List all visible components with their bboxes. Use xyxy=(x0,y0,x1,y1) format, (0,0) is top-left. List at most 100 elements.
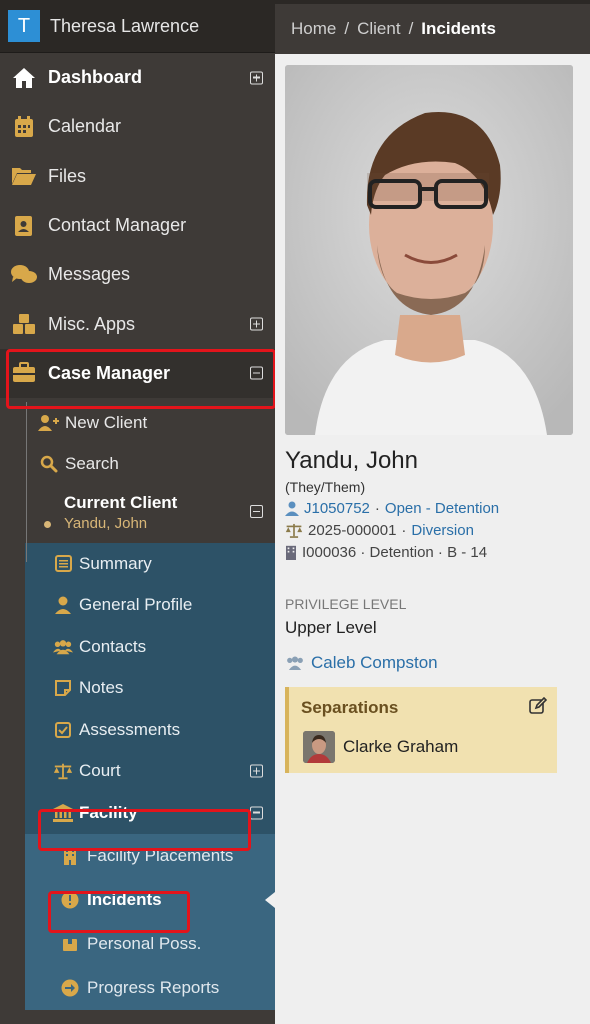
search-icon xyxy=(38,455,60,473)
breadcrumb-separator: / xyxy=(408,19,414,38)
nav-calendar-label: Calendar xyxy=(48,116,122,137)
chat-bubbles-icon xyxy=(10,261,38,289)
menu-facility[interactable]: Facility xyxy=(25,792,275,834)
menu-progress-reports[interactable]: Progress Reports xyxy=(25,966,275,1010)
separation-person-name: Clarke Graham xyxy=(343,737,459,756)
sidebar: T Theresa Lawrence Dashboard Calendar Fi… xyxy=(0,0,275,1024)
cubes-icon xyxy=(10,310,38,338)
collapse-minus-icon[interactable] xyxy=(250,806,263,820)
privilege-label: PRIVILEGE LEVEL xyxy=(285,596,407,612)
nav-files-label: Files xyxy=(48,165,87,186)
active-caret-icon xyxy=(265,891,275,908)
building-icon xyxy=(286,545,296,560)
juvenile-status-link[interactable]: Open - Detention xyxy=(385,500,499,517)
case-number: 2025-000001 xyxy=(308,522,397,539)
current-client-value: Yandu, John xyxy=(64,515,148,533)
menu-summary[interactable]: Summary xyxy=(25,543,275,585)
menu-notes-label: Notes xyxy=(79,678,124,698)
case-type-link[interactable]: Diversion xyxy=(411,522,474,539)
expand-plus-icon[interactable] xyxy=(250,71,263,85)
sub-new-client[interactable]: New Client xyxy=(0,402,275,444)
user-icon xyxy=(285,501,299,516)
briefcase-icon xyxy=(10,359,38,387)
current-dot-icon xyxy=(44,521,51,529)
client-menu: Summary General Profile Contacts Notes A… xyxy=(25,543,275,1010)
arrow-circle-right-icon xyxy=(61,979,79,997)
building-icon xyxy=(61,847,79,865)
separation-person[interactable]: Clarke Graham xyxy=(303,731,458,763)
edit-icon[interactable] xyxy=(529,696,548,720)
sub-search[interactable]: Search xyxy=(0,444,275,486)
privilege-value: Upper Level xyxy=(285,618,377,637)
facility-line: I000036 · Detention · B - 14 xyxy=(285,544,487,561)
case-manager-tree: New Client Search Current Client Yandu, … xyxy=(0,402,275,563)
box-icon xyxy=(61,936,79,952)
breadcrumb-home[interactable]: Home xyxy=(291,19,336,39)
exclamation-circle-icon xyxy=(61,891,79,909)
breadcrumb-separator: / xyxy=(344,19,350,38)
menu-incidents-label: Incidents xyxy=(87,889,162,909)
menu-personal-poss[interactable]: Personal Poss. xyxy=(25,922,275,966)
juvenile-line: J1050752 · Open - Detention xyxy=(285,500,499,517)
assigned-worker-name: Caleb Compston xyxy=(311,653,438,672)
menu-facility-placements-label: Facility Placements xyxy=(87,845,234,865)
scale-icon xyxy=(285,523,303,538)
separations-panel: Separations Clarke Graham xyxy=(285,687,557,773)
menu-assessments-label: Assessments xyxy=(79,719,181,739)
case-line: 2025-000001 · Diversion xyxy=(285,522,474,539)
menu-progress-reports-label: Progress Reports xyxy=(87,977,220,997)
folder-open-icon xyxy=(10,162,38,190)
nav-files[interactable]: Files xyxy=(0,152,275,201)
menu-incidents[interactable]: Incidents xyxy=(25,878,275,922)
dot-separator: · xyxy=(401,522,407,539)
facility-submenu: Facility Placements Incidents Personal P… xyxy=(25,833,275,1010)
home-icon xyxy=(10,64,38,92)
nav-misc-apps-label: Misc. Apps xyxy=(48,313,136,334)
user-name[interactable]: Theresa Lawrence xyxy=(50,16,199,37)
menu-facility-label: Facility xyxy=(79,802,138,822)
users-icon xyxy=(53,639,73,655)
facility-details: I000036 · Detention · B - 14 xyxy=(302,544,488,561)
assigned-worker[interactable]: Caleb Compston xyxy=(285,653,438,673)
app-logo[interactable]: T xyxy=(8,10,40,42)
breadcrumb: Home / Client / Incidents xyxy=(275,4,590,54)
menu-summary-label: Summary xyxy=(79,553,152,573)
nav-messages[interactable]: Messages xyxy=(0,250,275,299)
current-client[interactable]: Current Client Yandu, John xyxy=(0,485,275,543)
sub-search-label: Search xyxy=(65,454,119,474)
menu-contacts[interactable]: Contacts xyxy=(25,626,275,668)
menu-court-label: Court xyxy=(79,761,121,781)
menu-general-profile[interactable]: General Profile xyxy=(25,585,275,627)
expand-plus-icon[interactable] xyxy=(250,317,263,331)
collapse-minus-icon[interactable] xyxy=(250,366,263,380)
separations-title: Separations xyxy=(301,698,399,717)
current-client-label: Current Client xyxy=(64,493,178,513)
breadcrumb-client[interactable]: Client xyxy=(357,19,400,39)
contact-book-icon xyxy=(10,212,38,240)
collapse-minus-icon[interactable] xyxy=(250,505,263,519)
sub-new-client-label: New Client xyxy=(65,412,148,432)
menu-notes[interactable]: Notes xyxy=(25,668,275,710)
nav-calendar[interactable]: Calendar xyxy=(0,102,275,151)
nav-case-manager[interactable]: Case Manager xyxy=(0,348,275,399)
menu-assessments[interactable]: Assessments xyxy=(25,709,275,751)
client-name: Yandu, John xyxy=(285,447,418,474)
juvenile-id-link[interactable]: J1050752 xyxy=(304,500,370,517)
client-photo[interactable] xyxy=(285,65,573,435)
landmark-icon xyxy=(53,803,73,822)
dot-separator: · xyxy=(374,500,380,517)
menu-court[interactable]: Court xyxy=(25,751,275,793)
menu-facility-placements[interactable]: Facility Placements xyxy=(25,834,275,878)
menu-contacts-label: Contacts xyxy=(79,636,147,656)
expand-plus-icon[interactable] xyxy=(250,764,263,778)
nav-misc-apps[interactable]: Misc. Apps xyxy=(0,299,275,348)
nav-contact-manager[interactable]: Contact Manager xyxy=(0,201,275,250)
calendar-icon xyxy=(10,113,38,141)
nav-dashboard[interactable]: Dashboard xyxy=(0,53,275,102)
sidebar-header: T Theresa Lawrence xyxy=(0,0,275,53)
scale-icon xyxy=(53,762,73,780)
nav-dashboard-label: Dashboard xyxy=(48,67,143,88)
check-square-icon xyxy=(53,721,73,738)
breadcrumb-current: Incidents xyxy=(421,19,496,38)
client-pronouns: (They/Them) xyxy=(285,479,366,495)
